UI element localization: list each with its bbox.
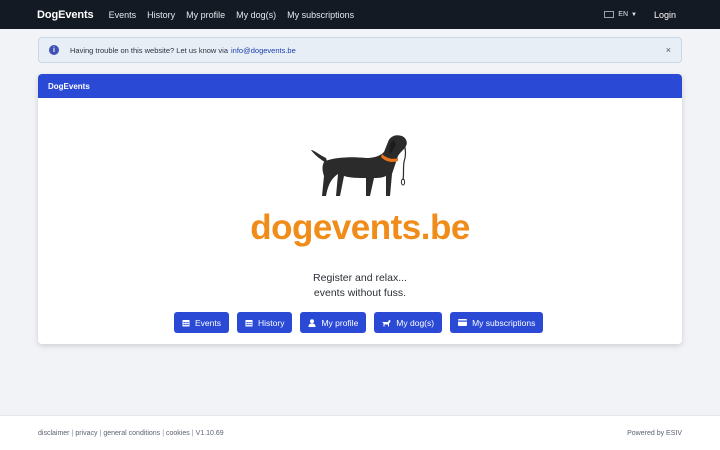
my-profile-button-label: My profile [321, 317, 359, 328]
events-button[interactable]: Events [174, 312, 229, 333]
tagline-line-1: Register and relax... [313, 272, 407, 284]
my-subscriptions-button-label: My subscriptions [472, 317, 536, 328]
nav-my-profile[interactable]: My profile [186, 10, 225, 20]
language-select[interactable]: EN [618, 11, 628, 18]
top-navbar: DogEvents Events History My profile My d… [0, 0, 720, 29]
footer-version: V1.10.69 [195, 429, 224, 437]
footer-general-conditions-link[interactable]: general conditions [103, 430, 160, 437]
chevron-down-icon[interactable]: ▼ [631, 12, 637, 18]
alert-text: Having trouble on this website? Let us k… [70, 45, 229, 55]
footer-separator: | [99, 429, 102, 437]
calendar-icon [245, 319, 253, 326]
my-dogs-button-label: My dog(s) [396, 317, 435, 328]
my-dogs-button[interactable]: My dog(s) [374, 312, 443, 333]
footer-separator: | [191, 429, 194, 437]
card-header: DogEvents [38, 74, 682, 98]
history-button[interactable]: History [237, 312, 293, 333]
login-link[interactable]: Login [654, 10, 676, 20]
flag-icon[interactable] [604, 11, 615, 18]
footer-cookies-link[interactable]: cookies [166, 430, 190, 437]
info-alert: i Having trouble on this website? Let us… [38, 37, 682, 63]
alert-email-link[interactable]: info@dogevents.be [231, 46, 296, 55]
calendar-icon [182, 319, 190, 326]
footer-separator: | [71, 429, 74, 437]
nav-my-dogs[interactable]: My dog(s) [236, 10, 276, 20]
page-footer: disclaimer | privacy | general condition… [0, 415, 720, 450]
user-icon [308, 318, 316, 327]
tagline-line-2: events without fuss. [313, 287, 407, 299]
history-button-label: History [258, 317, 285, 328]
logo-text: dogevents.be [250, 208, 470, 247]
quick-links: Events History My profile My dog(s) My s… [174, 312, 544, 333]
my-subscriptions-button[interactable]: My subscriptions [450, 312, 544, 333]
id-card-icon [458, 319, 468, 326]
close-icon[interactable]: × [666, 45, 671, 55]
footer-privacy-link[interactable]: privacy [75, 430, 97, 437]
nav-events[interactable]: Events [109, 10, 137, 20]
my-profile-button[interactable]: My profile [300, 312, 367, 333]
powered-by: Powered by ESIV [627, 429, 682, 437]
nav-my-subscriptions[interactable]: My subscriptions [287, 10, 354, 20]
dog-logo-icon [311, 135, 407, 196]
footer-disclaimer-link[interactable]: disclaimer [38, 430, 70, 437]
nav-history[interactable]: History [147, 10, 175, 20]
info-icon: i [49, 45, 59, 55]
welcome-card: DogEvents dogevents.be Register and rela… [38, 74, 682, 344]
dog-icon [382, 319, 391, 326]
events-button-label: Events [195, 317, 221, 328]
footer-separator: | [162, 429, 165, 437]
nav-right: EN ▼ Login [604, 10, 683, 20]
brand-link[interactable]: DogEvents [37, 9, 94, 21]
